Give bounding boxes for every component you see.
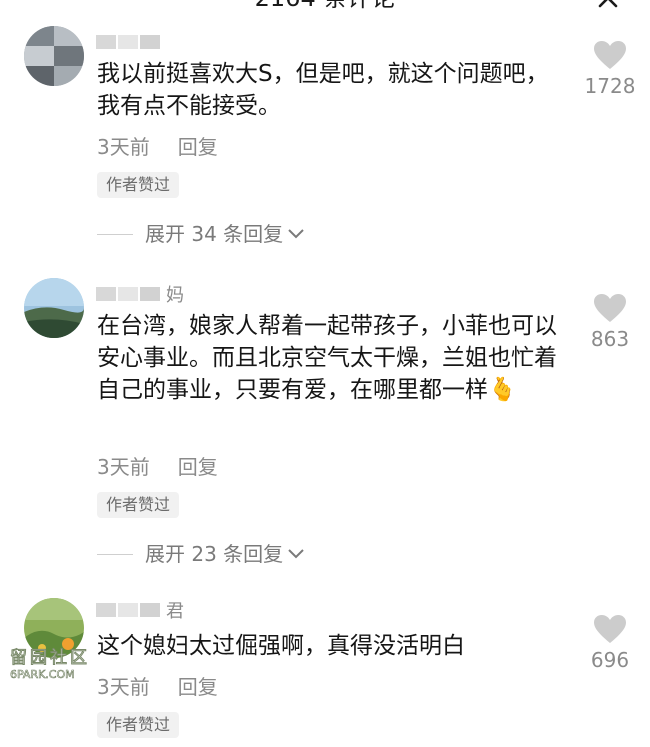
comment-meta: 3天前 回复 bbox=[97, 674, 218, 700]
heart-icon bbox=[594, 615, 626, 643]
username-text: 君 bbox=[166, 601, 184, 622]
username[interactable]: 君 bbox=[96, 600, 216, 622]
reply-button[interactable]: 回复 bbox=[178, 455, 218, 479]
like-button[interactable]: 1728 bbox=[580, 40, 640, 98]
comments-header: 2164 条评论 bbox=[0, 0, 650, 18]
username-text: 妈 bbox=[166, 285, 184, 306]
author-liked-badge: 作者赞过 bbox=[97, 172, 180, 198]
comment-time: 3天前 bbox=[97, 675, 150, 699]
comment-time: 3天前 bbox=[97, 135, 150, 159]
like-count: 863 bbox=[590, 327, 630, 351]
like-count: 696 bbox=[590, 648, 630, 672]
comment-time: 3天前 bbox=[97, 455, 150, 479]
avatar[interactable] bbox=[24, 278, 84, 338]
chevron-down-icon bbox=[288, 549, 304, 559]
chevron-down-icon bbox=[288, 229, 304, 239]
username[interactable]: 妈 bbox=[96, 284, 216, 306]
comment-count-title: 2164 条评论 bbox=[0, 0, 650, 18]
username[interactable] bbox=[96, 32, 216, 52]
like-count: 1728 bbox=[584, 74, 636, 98]
comment-meta: 3天前 回复 bbox=[97, 134, 218, 160]
like-button[interactable]: 863 bbox=[580, 293, 640, 351]
avatar[interactable] bbox=[24, 26, 84, 86]
reply-button[interactable]: 回复 bbox=[178, 675, 218, 699]
divider-line bbox=[97, 233, 133, 235]
expand-replies-label: 展开 23 条回复 bbox=[145, 542, 284, 566]
heart-icon bbox=[594, 294, 626, 322]
comment-meta: 3天前 回复 bbox=[97, 454, 218, 480]
like-button[interactable]: 696 bbox=[580, 614, 640, 672]
expand-replies-button[interactable]: 展开 34 条回复 bbox=[97, 221, 305, 247]
comment-text: 这个媳妇太过倔强啊，真得没活明白 bbox=[97, 633, 465, 659]
heart-icon bbox=[594, 41, 626, 69]
expand-replies-button[interactable]: 展开 23 条回复 bbox=[97, 541, 305, 567]
site-watermark: 留园社区 6PARK.COM bbox=[10, 648, 102, 684]
comment-text: 在台湾，娘家人帮着一起带孩子，小菲也可以安心事业。而且北京空气太干燥，兰姐也忙着… bbox=[97, 313, 557, 403]
expand-replies-label: 展开 34 条回复 bbox=[145, 222, 284, 246]
divider-line bbox=[97, 553, 133, 555]
comment-text: 我以前挺喜欢大S，但是吧，就这个问题吧，我有点不能接受。 bbox=[97, 61, 549, 119]
watermark-bottom: 6PARK.COM bbox=[10, 668, 75, 682]
author-liked-badge: 作者赞过 bbox=[97, 712, 180, 738]
reply-button[interactable]: 回复 bbox=[178, 135, 218, 159]
close-icon[interactable] bbox=[594, 0, 626, 10]
watermark-top: 留园社区 bbox=[10, 648, 90, 669]
author-liked-badge: 作者赞过 bbox=[97, 492, 180, 518]
